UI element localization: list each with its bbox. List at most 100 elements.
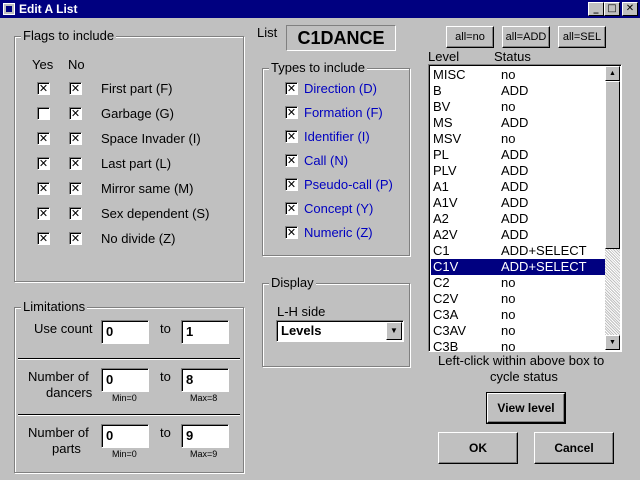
flag-last-part-label: Last part (L) <box>101 156 172 171</box>
type-pseudo-call-checkbox[interactable]: ✕ <box>285 178 298 191</box>
level-status: ADD <box>501 211 529 226</box>
lh-side-selected-value: Levels <box>281 323 322 338</box>
level-status: no <box>501 131 516 146</box>
level-row[interactable]: C3B no <box>431 339 605 352</box>
dancers-min-hint: Min=0 <box>112 393 137 403</box>
flag-last-part-no-checkbox[interactable]: ✕ <box>69 157 82 170</box>
level-row[interactable]: C3AV no <box>431 323 605 339</box>
window-title: Edit A List <box>19 2 78 16</box>
level-status: no <box>501 339 516 352</box>
close-button[interactable]: ✕ <box>622 2 638 16</box>
level-status: no <box>501 307 516 322</box>
level-row[interactable]: C2V no <box>431 291 605 307</box>
type-formation-checkbox[interactable]: ✕ <box>285 106 298 119</box>
all-sel-button[interactable]: all=SEL <box>558 26 606 48</box>
level-row[interactable]: C1V ADD+SELECT <box>431 259 605 275</box>
type-identifier-checkbox[interactable]: ✕ <box>285 130 298 143</box>
level-name: MSV <box>433 131 462 146</box>
lh-side-dropdown[interactable]: Levels ▼ <box>276 320 404 342</box>
type-numeric-checkbox[interactable]: ✕ <box>285 226 298 239</box>
flag-first-part-no-checkbox[interactable]: ✕ <box>69 82 82 95</box>
scrollbar-thumb[interactable] <box>605 81 620 249</box>
scroll-up-button[interactable]: ▲ <box>605 66 620 81</box>
level-name: MISC <box>433 67 466 82</box>
use-count-to-input[interactable]: 1 <box>181 320 229 344</box>
level-row[interactable]: A2V ADD <box>431 227 605 243</box>
flag-mirror-same-yes-checkbox[interactable]: ✕ <box>37 182 50 195</box>
level-row[interactable]: B ADD <box>431 83 605 99</box>
level-name: B <box>433 83 442 98</box>
parts-min-hint: Min=0 <box>112 449 137 459</box>
level-row[interactable]: A2 ADD <box>431 211 605 227</box>
level-row[interactable]: MSV no <box>431 131 605 147</box>
level-row[interactable]: C1 ADD+SELECT <box>431 243 605 259</box>
flag-mirror-same-label: Mirror same (M) <box>101 181 194 196</box>
level-row[interactable]: MS ADD <box>431 115 605 131</box>
flag-sex-dependent-no-checkbox[interactable]: ✕ <box>69 207 82 220</box>
level-row[interactable]: PLV ADD <box>431 163 605 179</box>
flag-first-part-yes-checkbox[interactable]: ✕ <box>37 82 50 95</box>
all-add-button[interactable]: all=ADD <box>502 26 550 48</box>
level-row[interactable]: A1V ADD <box>431 195 605 211</box>
flag-no-divide-label: No divide (Z) <box>101 231 176 246</box>
level-status: no <box>501 99 516 114</box>
level-name: A2 <box>433 211 449 226</box>
flags-yes-header: Yes <box>32 57 54 72</box>
flag-sex-dependent-yes-checkbox[interactable]: ✕ <box>37 207 50 220</box>
flag-space-invader-no-checkbox[interactable]: ✕ <box>69 132 82 145</box>
level-row[interactable]: C3A no <box>431 307 605 323</box>
level-name: MS <box>433 115 453 130</box>
level-status: no <box>501 323 516 338</box>
level-row[interactable]: C2 no <box>431 275 605 291</box>
list-hint-line1: Left-click within above box to <box>438 353 605 368</box>
all-no-button[interactable]: all=no <box>446 26 494 48</box>
cancel-button[interactable]: Cancel <box>534 432 614 464</box>
level-name: A1 <box>433 179 449 194</box>
type-call-checkbox[interactable]: ✕ <box>285 154 298 167</box>
level-row[interactable]: BV no <box>431 99 605 115</box>
level-name: PLV <box>433 163 457 178</box>
title-bar[interactable]: Edit A List _ □ ✕ <box>0 0 640 18</box>
flag-mirror-same-no-checkbox[interactable]: ✕ <box>69 182 82 195</box>
level-name: A1V <box>433 195 458 210</box>
level-status-list[interactable]: MISC no B ADD BV no MS ADD MSV no PL ADD PLV ADD A1 ADD… <box>428 64 622 352</box>
level-row[interactable]: PL ADD <box>431 147 605 163</box>
app-icon[interactable] <box>3 3 15 15</box>
parts-to-input[interactable]: 9 <box>181 424 229 448</box>
minimize-button[interactable]: _ <box>588 2 604 16</box>
flag-space-invader-yes-checkbox[interactable]: ✕ <box>37 132 50 145</box>
flags-legend: Flags to include <box>21 28 117 43</box>
flag-garbage-no-checkbox[interactable]: ✕ <box>69 107 82 120</box>
level-name: C3B <box>433 339 459 352</box>
flag-no-divide-yes-checkbox[interactable]: ✕ <box>37 232 50 245</box>
flag-garbage-yes-checkbox[interactable] <box>37 107 50 120</box>
level-column-header: Level <box>428 49 460 64</box>
type-concept-checkbox[interactable]: ✕ <box>285 202 298 215</box>
view-level-button[interactable]: View level <box>486 392 566 424</box>
list-name-label: List <box>257 25 278 40</box>
scroll-down-button[interactable]: ▼ <box>605 335 620 350</box>
use-count-from-input[interactable]: 0 <box>101 320 149 344</box>
level-row[interactable]: MISC no <box>431 67 605 83</box>
level-row[interactable]: A1 ADD <box>431 179 605 195</box>
chevron-down-icon[interactable]: ▼ <box>386 322 402 340</box>
limitations-legend: Limitations <box>21 299 88 314</box>
type-direction-label: Direction (D) <box>304 81 377 96</box>
ok-button[interactable]: OK <box>438 432 518 464</box>
dancers-from-input[interactable]: 0 <box>101 368 149 392</box>
type-formation-label: Formation (F) <box>304 105 383 120</box>
parts-from-input[interactable]: 0 <box>101 424 149 448</box>
parts-to-label: to <box>160 425 171 440</box>
level-name: A2V <box>433 227 458 242</box>
dancers-label-line1: Number of <box>28 369 89 384</box>
lh-side-label: L-H side <box>277 304 326 319</box>
maximize-button[interactable]: □ <box>604 2 620 16</box>
level-status: ADD <box>501 115 529 130</box>
flag-last-part-yes-checkbox[interactable]: ✕ <box>37 157 50 170</box>
flag-no-divide-no-checkbox[interactable]: ✕ <box>69 232 82 245</box>
type-direction-checkbox[interactable]: ✕ <box>285 82 298 95</box>
dancers-to-input[interactable]: 8 <box>181 368 229 392</box>
level-name: C3AV <box>433 323 466 338</box>
level-status: ADD <box>501 195 529 210</box>
level-status: ADD <box>501 179 529 194</box>
